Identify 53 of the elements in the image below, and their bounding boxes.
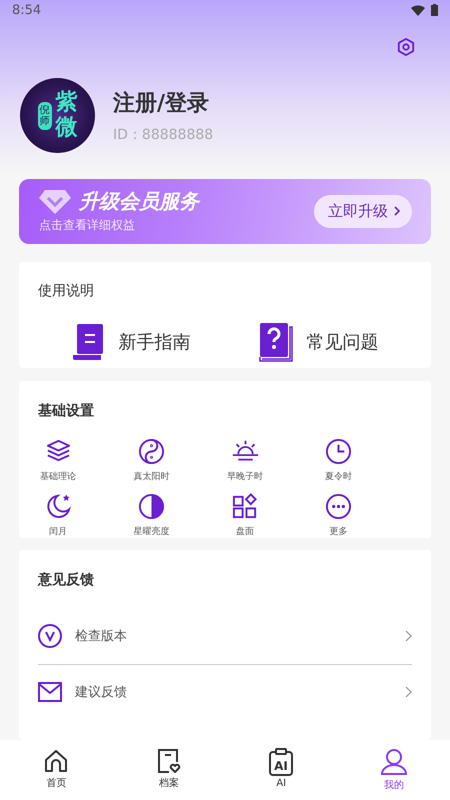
- menu-item[interactable]: 检查版本: [75, 627, 392, 646]
- wifi-icon: [411, 4, 425, 16]
- avatar-badge: 倪师: [38, 102, 52, 130]
- battery-icon: [431, 4, 438, 16]
- vip-title: 升级会员服务: [79, 188, 199, 216]
- mail-icon: [38, 682, 62, 702]
- tab-label: AI: [276, 778, 286, 789]
- nav-tab[interactable]: 档案: [112, 740, 225, 800]
- vip-subtitle: 点击查看详细权益: [39, 217, 136, 234]
- moon-star-icon: [44, 492, 72, 520]
- chevron-right-icon: [405, 686, 412, 698]
- user-icon: [380, 748, 408, 776]
- v-circle-icon: [38, 624, 62, 648]
- setting-label[interactable]: 盘面: [236, 524, 254, 538]
- guide-link[interactable]: 常见问题: [306, 330, 378, 354]
- diamond-icon: [39, 188, 71, 215]
- chevron-right-icon: [394, 206, 400, 216]
- home-icon: [43, 748, 70, 774]
- ai-clipboard-icon: AI: [268, 748, 294, 776]
- settings-icon[interactable]: [397, 38, 415, 56]
- setting-label[interactable]: 真太阳时: [134, 470, 170, 483]
- menu-item[interactable]: 建议反馈: [75, 683, 392, 702]
- nav-tab[interactable]: 首页: [0, 740, 112, 800]
- tab-label: 档案: [158, 776, 179, 790]
- tab-label: 首页: [46, 777, 66, 790]
- more-icon: [325, 492, 352, 520]
- setting-label[interactable]: 星曜亮度: [134, 524, 170, 538]
- yin-yang-icon: [138, 438, 165, 465]
- section-title: 基础设置: [38, 402, 95, 420]
- apps-icon: [232, 492, 258, 520]
- user-id: ID：88888888: [113, 126, 214, 144]
- setting-label[interactable]: 更多: [330, 524, 348, 538]
- upgrade-button[interactable]: 立即升级: [314, 194, 412, 228]
- setting-label[interactable]: 夏令时: [325, 470, 352, 483]
- scroll-icon: [72, 322, 104, 361]
- nav-tab[interactable]: 我的: [338, 740, 450, 800]
- question-book-icon: [258, 322, 292, 362]
- status-time: 8:54: [12, 2, 42, 18]
- section-title: 使用说明: [38, 282, 95, 300]
- section-title: 意见反馈: [38, 570, 95, 589]
- document-heart-icon: [156, 748, 182, 774]
- setting-label[interactable]: 基础理论: [40, 470, 76, 483]
- setting-label[interactable]: 闰月: [49, 524, 67, 538]
- chevron-right-icon: [405, 630, 412, 642]
- half-circle-icon: [138, 492, 165, 520]
- avatar[interactable]: 倪师 紫微: [20, 78, 95, 153]
- guide-link[interactable]: 新手指南: [118, 330, 190, 354]
- nav-tab[interactable]: AI AI: [225, 740, 338, 800]
- tab-label: 我的: [384, 778, 404, 792]
- setting-label[interactable]: 早晚子时: [227, 470, 263, 483]
- login-link[interactable]: 注册/登录: [113, 88, 214, 118]
- clock-icon: [325, 438, 352, 465]
- avatar-title: 紫微: [56, 91, 78, 140]
